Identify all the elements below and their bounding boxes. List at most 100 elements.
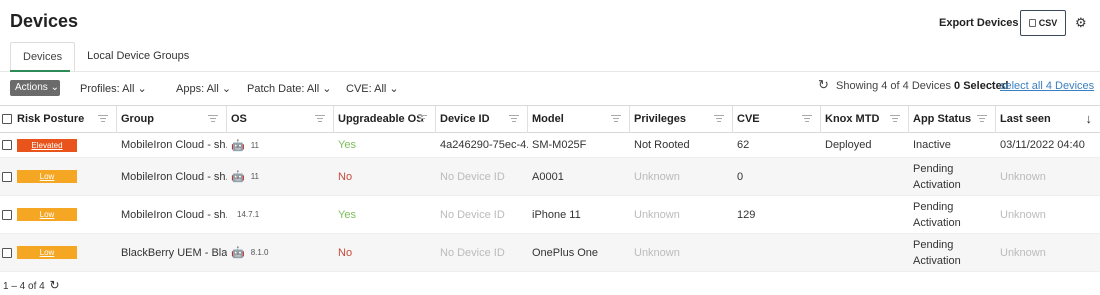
os-cell: 🤖 8.1.0 <box>227 234 334 271</box>
column-os[interactable]: OS <box>227 106 334 133</box>
chevron-down-icon: ⌄ <box>221 83 232 95</box>
column-model[interactable]: Model <box>528 106 630 133</box>
row-checkbox[interactable] <box>2 140 12 150</box>
cve-cell: 62 <box>737 139 750 151</box>
chevron-down-icon: ⌄ <box>389 83 399 95</box>
select-all-link[interactable]: select all 4 Devices <box>1000 80 1094 92</box>
chevron-down-icon: ⌄ <box>137 83 147 95</box>
filter-cve[interactable]: CVE: All ⌄ <box>346 82 399 95</box>
column-cve[interactable]: CVE <box>733 106 821 133</box>
column-label: Last seen <box>1000 113 1051 125</box>
risk-badge[interactable]: Low <box>17 208 77 221</box>
table-row[interactable]: Low MobileIron Cloud - sh... 14.7.1 Yes … <box>0 196 1100 234</box>
group-cell: BlackBerry UEM - Blac... <box>121 246 227 259</box>
row-checkbox[interactable] <box>2 210 12 220</box>
tabs-divider <box>0 71 1100 72</box>
refresh-icon[interactable]: ↻ <box>818 77 829 93</box>
chevron-down-icon: ⌄ <box>50 82 59 93</box>
column-label: App Status <box>913 113 972 125</box>
column-device-id[interactable]: Device ID <box>436 106 528 133</box>
filter-icon[interactable] <box>977 115 987 123</box>
model-cell: iPhone 11 <box>532 208 581 221</box>
filter-label: Profiles: All <box>80 83 135 95</box>
privileges-cell: Unknown <box>634 170 680 183</box>
filter-icon[interactable] <box>611 115 621 123</box>
filter-icon[interactable] <box>98 115 108 123</box>
upgradeable-cell: No <box>338 246 353 259</box>
os-version: 11 <box>250 140 260 150</box>
csv-label: CSV <box>1038 18 1058 28</box>
table-row[interactable]: Low MobileIron Cloud - sh... 🤖 11 No No D… <box>0 158 1100 196</box>
filter-icon[interactable] <box>509 115 519 123</box>
table-row[interactable]: Low BlackBerry UEM - Blac... 🤖 8.1.0 No N… <box>0 234 1100 272</box>
risk-cell: Elevated <box>13 133 117 157</box>
os-version: 11 <box>250 172 260 181</box>
android-icon: 🤖 <box>231 247 245 259</box>
knox-cell <box>821 158 909 195</box>
privileges-cell: Unknown <box>634 246 680 259</box>
last-seen-cell: 03/11/2022 04:40 <box>1000 139 1085 151</box>
app-status-cell: Pending Activation <box>913 238 961 267</box>
actions-dropdown[interactable]: Actions ⌄ <box>10 80 60 96</box>
file-icon <box>1028 19 1036 27</box>
table-row[interactable]: Elevated MobileIron Cloud - sh... 🤖 11 Ye… <box>0 133 1100 158</box>
filter-icon[interactable] <box>315 115 325 123</box>
filter-icon[interactable] <box>208 115 218 123</box>
device-id-cell: No Device ID <box>440 208 505 221</box>
risk-badge[interactable]: Low <box>17 170 77 183</box>
cve-cell: 0 <box>737 170 744 183</box>
refresh-icon[interactable]: ↻ <box>49 278 59 292</box>
last-seen-cell: Unknown <box>1000 208 1046 221</box>
column-label: CVE <box>737 113 760 125</box>
os-cell: 🤖 11 <box>227 133 334 157</box>
column-app-status[interactable]: App Status <box>909 106 996 133</box>
filter-label: Patch Date: All <box>247 83 320 95</box>
pagination: 1 – 4 of 4 ↻ <box>3 278 60 292</box>
os-version: 8.1.0 <box>250 248 269 257</box>
device-id-cell: No Device ID <box>440 246 505 259</box>
tab-bar: Devices Local Device Groups <box>10 42 201 71</box>
sort-desc-icon[interactable]: ↓ <box>1086 106 1093 132</box>
chevron-down-icon: ⌄ <box>322 83 332 95</box>
filter-apps[interactable]: Apps: All ⌄ <box>176 82 231 95</box>
column-label: Model <box>532 113 564 125</box>
column-risk-posture[interactable]: Risk Posture <box>13 106 117 133</box>
tab-devices[interactable]: Devices <box>10 42 76 71</box>
column-upgradeable-os[interactable]: Upgradeable OS <box>334 106 436 133</box>
last-seen-cell: Unknown <box>1000 246 1046 259</box>
filter-icon[interactable] <box>714 115 724 123</box>
column-last-seen[interactable]: Last seen ↓ <box>996 106 1100 133</box>
filter-icon[interactable] <box>802 115 812 123</box>
active-tab-indicator <box>10 70 70 72</box>
tab-local-device-groups[interactable]: Local Device Groups <box>75 42 201 71</box>
page-title: Devices <box>10 11 79 31</box>
column-privileges[interactable]: Privileges <box>630 106 733 133</box>
risk-badge[interactable]: Low <box>17 246 77 259</box>
select-all-checkbox[interactable] <box>2 114 12 124</box>
actions-label: Actions <box>15 82 48 93</box>
column-group[interactable]: Group <box>117 106 227 133</box>
app-status-cell: Inactive <box>913 139 951 151</box>
column-knox-mtd[interactable]: Knox MTD <box>821 106 909 133</box>
column-label: OS <box>231 113 247 125</box>
filter-icon[interactable] <box>417 115 427 123</box>
filter-profiles[interactable]: Profiles: All ⌄ <box>80 82 147 95</box>
risk-badge[interactable]: Elevated <box>17 138 77 152</box>
risk-cell: Low <box>13 234 117 271</box>
row-checkbox[interactable] <box>2 248 12 258</box>
gear-icon[interactable]: ⚙ <box>1075 15 1087 31</box>
app-status-cell: Pending Activation <box>913 200 961 229</box>
model-cell: SM-M025F <box>532 139 587 151</box>
filter-patch-date[interactable]: Patch Date: All ⌄ <box>247 82 331 95</box>
export-csv-button[interactable]: CSV <box>1020 10 1066 36</box>
risk-cell: Low <box>13 158 117 195</box>
privileges-cell: Unknown <box>634 208 680 221</box>
android-icon: 🤖 <box>231 171 245 183</box>
column-label: Upgradeable OS <box>338 113 424 125</box>
risk-cell: Low <box>13 196 117 233</box>
upgradeable-cell: No <box>338 170 353 183</box>
group-cell: MobileIron Cloud - sh... <box>121 170 227 183</box>
device-id-cell: No Device ID <box>440 170 505 183</box>
row-checkbox[interactable] <box>2 172 12 182</box>
filter-icon[interactable] <box>890 115 900 123</box>
